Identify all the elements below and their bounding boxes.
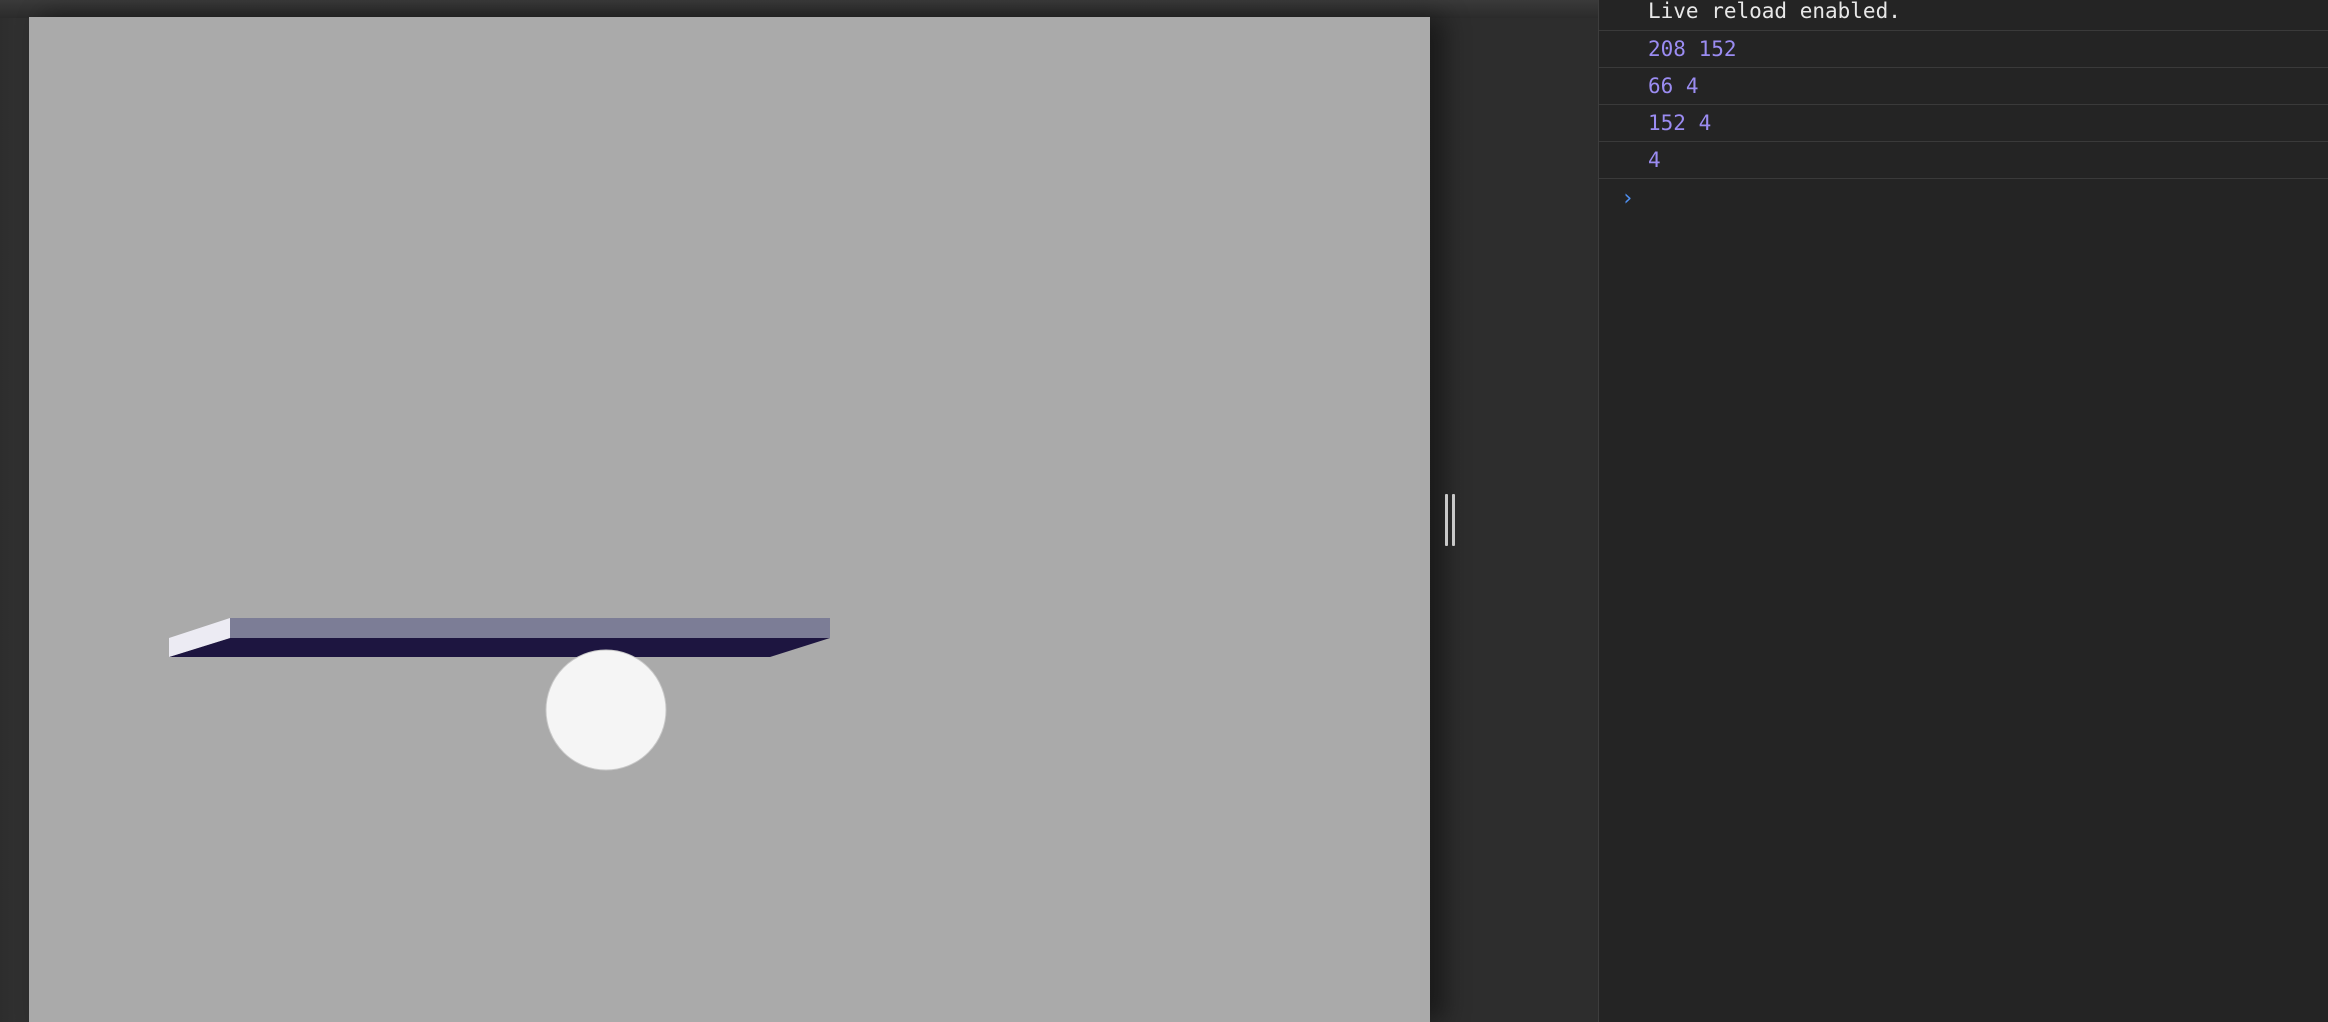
ball <box>545 649 667 771</box>
scene-svg <box>169 618 830 771</box>
console-message: Live reload enabled. <box>1599 0 2328 31</box>
game-canvas[interactable] <box>29 17 1430 1022</box>
console-prompt[interactable]: › <box>1599 179 2328 219</box>
resize-grip-line <box>1445 494 1448 546</box>
chevron-right-icon: › <box>1621 186 1635 211</box>
app-window: Live reload enabled. 208 152 66 4 152 4 … <box>0 0 2328 1022</box>
console-message: 4 <box>1599 142 2328 179</box>
platform-side-face <box>169 638 830 657</box>
console-input[interactable] <box>1648 185 2248 213</box>
console-message: 152 4 <box>1599 105 2328 142</box>
pane-resize-handle[interactable] <box>1443 494 1457 546</box>
platform-top-face <box>230 618 830 638</box>
top-shade <box>0 0 1600 18</box>
resize-grip-line <box>1452 494 1455 546</box>
console-message: 208 152 <box>1599 31 2328 68</box>
console-panel: Live reload enabled. 208 152 66 4 152 4 … <box>1598 0 2328 1022</box>
preview-pane <box>0 0 1600 1022</box>
console-message: 66 4 <box>1599 68 2328 105</box>
